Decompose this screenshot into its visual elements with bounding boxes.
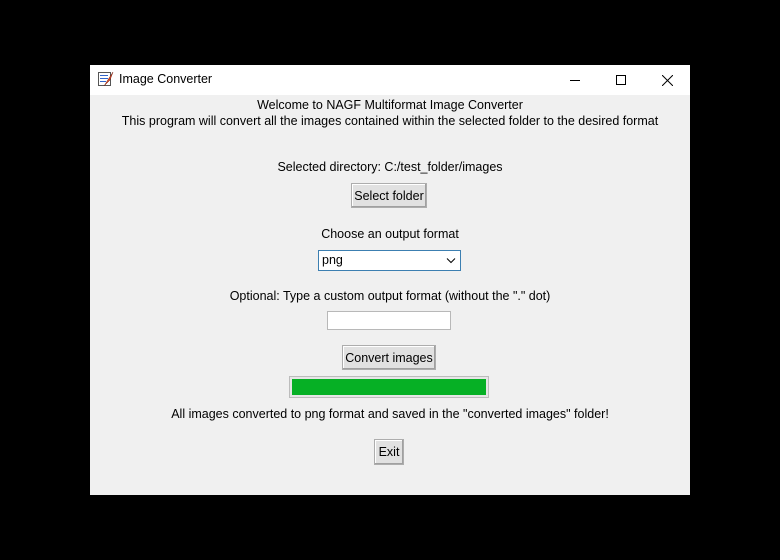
main-content: Welcome to NAGF Multiformat Image Conver…: [90, 95, 690, 495]
welcome-heading: Welcome to NAGF Multiformat Image Conver…: [257, 98, 523, 112]
image-converter-window: Image Converter Welcome to NAGF Multifor…: [90, 65, 690, 495]
output-format-value: png: [322, 253, 343, 267]
progress-fill: [292, 379, 486, 395]
conversion-status-text: All images converted to png format and s…: [171, 407, 609, 421]
custom-format-label: Optional: Type a custom output format (w…: [229, 289, 551, 303]
maximize-icon: [616, 75, 626, 85]
output-format-dropdown[interactable]: png: [318, 250, 461, 271]
close-icon: [661, 74, 673, 86]
custom-format-input[interactable]: [327, 311, 451, 330]
minimize-button[interactable]: [552, 65, 598, 95]
conversion-progress-bar: [289, 376, 489, 398]
title-bar[interactable]: Image Converter: [90, 65, 690, 95]
convert-images-button[interactable]: Convert images: [342, 345, 436, 370]
app-feather-icon: [98, 71, 114, 87]
window-title: Image Converter: [119, 72, 213, 86]
close-button[interactable]: [644, 65, 690, 95]
program-description: This program will convert all the images…: [121, 114, 659, 128]
chevron-down-icon[interactable]: [445, 254, 457, 267]
maximize-button[interactable]: [598, 65, 644, 95]
select-folder-button[interactable]: Select folder: [351, 183, 427, 208]
selected-directory-label: Selected directory: C:/test_folder/image…: [277, 160, 503, 174]
exit-button[interactable]: Exit: [374, 439, 404, 465]
output-format-label: Choose an output format: [321, 227, 459, 241]
minimize-icon: [570, 80, 580, 81]
